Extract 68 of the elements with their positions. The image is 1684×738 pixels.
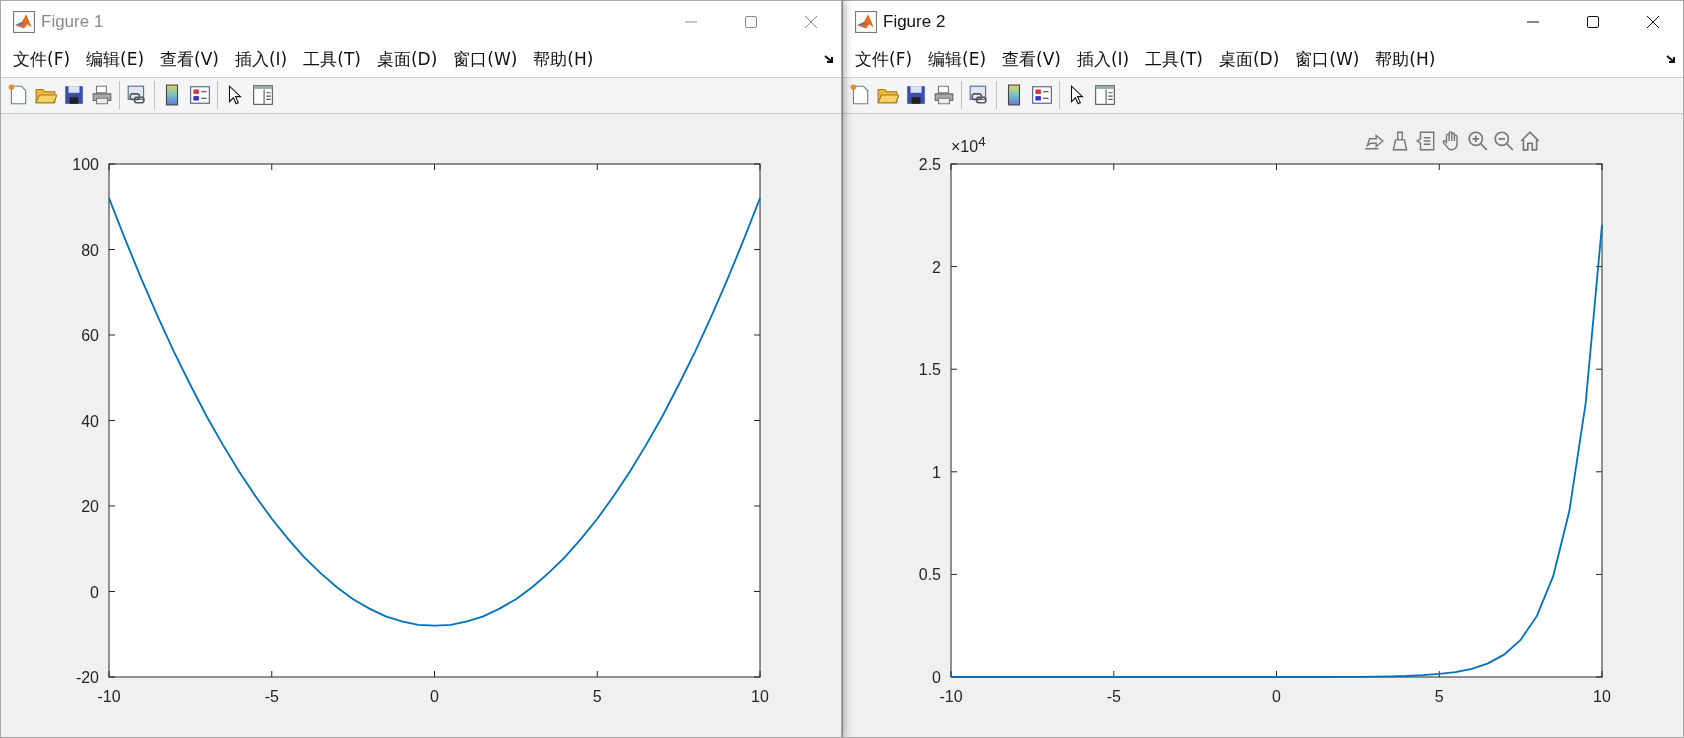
dock-arrow-icon[interactable]	[823, 53, 835, 66]
legend-icon[interactable]	[1031, 84, 1053, 107]
save-icon[interactable]	[905, 84, 927, 107]
menu-item[interactable]: 查看(V)	[994, 45, 1069, 73]
y-tick-label: -20	[75, 669, 99, 686]
save-icon[interactable]	[63, 84, 85, 107]
x-tick-label: 5	[1434, 688, 1444, 705]
window-title: Figure 1	[41, 11, 104, 32]
menu-item[interactable]: 帮助(H)	[525, 45, 602, 73]
menu-item[interactable]: 查看(V)	[152, 45, 227, 73]
menu-item[interactable]: 帮助(H)	[1367, 45, 1444, 73]
window-title: Figure 2	[883, 11, 946, 32]
x-tick-label: 10	[751, 688, 769, 705]
new-figure-icon[interactable]	[7, 84, 29, 107]
menu-item[interactable]: 窗口(W)	[1287, 45, 1368, 73]
matlab-logo-icon	[855, 10, 877, 33]
y-tick-label: 60	[81, 327, 99, 344]
menu-item[interactable]: 桌面(D)	[368, 45, 446, 73]
x-tick-label: -5	[1106, 688, 1121, 705]
y-tick-label: 1.5	[918, 361, 941, 379]
menu-item[interactable]: 窗口(W)	[445, 45, 526, 73]
print-icon[interactable]	[933, 84, 955, 107]
axis-exponent-label: ×10$^{4}$	[951, 134, 986, 157]
y-tick-label: 40	[81, 412, 99, 430]
y-tick-label: 80	[81, 241, 99, 259]
zoom-out-icon[interactable]	[1493, 130, 1515, 152]
matlab-logo-icon	[13, 10, 35, 33]
close-icon	[1646, 14, 1660, 29]
x-tick-label: 10	[1593, 688, 1611, 705]
maximize-icon	[744, 14, 758, 29]
y-tick-label: 20	[81, 498, 99, 515]
dock-arrow-icon[interactable]	[1665, 53, 1677, 66]
y-tick-label: 0.5	[918, 566, 941, 584]
x-tick-label: 5	[592, 688, 602, 705]
zoom-in-icon[interactable]	[1467, 130, 1489, 152]
y-tick-label: 2	[932, 258, 941, 276]
x-tick-label: 0	[430, 688, 439, 705]
menu-item[interactable]: 文件(F)	[5, 45, 79, 73]
x-tick-label: -10	[939, 688, 963, 705]
minimize-icon	[1526, 20, 1540, 23]
close-icon	[804, 14, 818, 29]
maximize-icon	[1586, 14, 1600, 29]
menu-item[interactable]: 插入(I)	[1068, 45, 1138, 73]
print-icon[interactable]	[91, 84, 113, 107]
link-figure-icon[interactable]	[126, 84, 148, 107]
y-tick-label: 100	[72, 156, 99, 173]
menu-item[interactable]: 插入(I)	[226, 45, 296, 73]
new-figure-icon[interactable]	[849, 84, 871, 107]
menu-item[interactable]: 工具(T)	[1137, 45, 1211, 73]
menu-item[interactable]: 编辑(E)	[920, 45, 995, 73]
y-tick-label: 0	[90, 583, 99, 601]
legend-icon[interactable]	[189, 84, 211, 107]
menu-item[interactable]: 工具(T)	[295, 45, 369, 73]
y-tick-label: 0	[932, 669, 941, 686]
x-tick-label: -10	[97, 688, 121, 705]
x-tick-label: 0	[1272, 688, 1281, 705]
link-figure-icon[interactable]	[968, 84, 990, 107]
menu-item[interactable]: 文件(F)	[847, 45, 921, 73]
x-tick-label: -5	[264, 688, 279, 705]
property-inspector-icon[interactable]	[1094, 84, 1116, 107]
menu-item[interactable]: 桌面(D)	[1210, 45, 1288, 73]
data-tip-icon[interactable]	[1415, 130, 1437, 152]
home-icon[interactable]	[1519, 130, 1541, 152]
y-tick-label: 2.5	[918, 156, 941, 173]
property-inspector-icon[interactable]	[252, 84, 274, 107]
menu-item[interactable]: 编辑(E)	[78, 45, 153, 73]
minimize-icon	[684, 20, 698, 23]
y-tick-label: 1	[932, 463, 941, 481]
